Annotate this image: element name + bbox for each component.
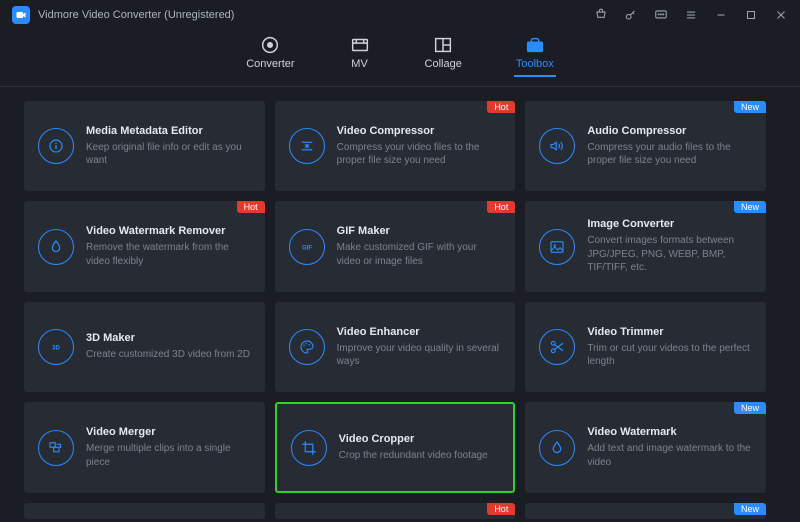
video-watermark-remover-icon <box>38 229 74 265</box>
tool-desc: Create customized 3D video from 2D <box>86 348 253 362</box>
tool-desc: Compress your audio files to the proper … <box>587 141 754 168</box>
tool-title: Video Compressor <box>337 125 504 137</box>
new-badge: New <box>734 101 766 113</box>
tool-desc: Remove the watermark from the video flex… <box>86 241 253 268</box>
tab-label: MV <box>351 58 368 70</box>
tool-title: Image Converter <box>587 218 754 230</box>
image-converter-icon <box>539 229 575 265</box>
close-icon[interactable] <box>774 8 788 22</box>
video-compressor-icon <box>289 128 325 164</box>
tool-title: Video Cropper <box>339 433 502 445</box>
window-controls <box>594 8 788 22</box>
hot-badge: Hot <box>237 201 265 213</box>
video-trimmer-icon <box>539 329 575 365</box>
video-watermark-icon <box>539 430 575 466</box>
hot-badge: Hot <box>487 503 515 515</box>
tool-card-peek[interactable]: New <box>525 503 766 519</box>
tool-desc: Merge multiple clips into a single piece <box>86 442 253 469</box>
tab-collage[interactable]: Collage <box>425 36 462 76</box>
converter-icon <box>259 36 281 54</box>
collage-icon <box>432 36 454 54</box>
tool-card-media-metadata-editor[interactable]: Media Metadata Editor Keep original file … <box>24 101 265 191</box>
tab-mv[interactable]: MV <box>349 36 371 76</box>
tool-card-peek[interactable] <box>24 503 265 519</box>
video-merger-icon <box>38 430 74 466</box>
tab-label: Collage <box>425 58 462 70</box>
tool-desc: Compress your video files to the proper … <box>337 141 504 168</box>
tool-title: 3D Maker <box>86 332 253 344</box>
tool-title: Video Merger <box>86 426 253 438</box>
tool-title: Video Watermark <box>587 426 754 438</box>
tool-desc: Crop the redundant video footage <box>339 449 502 463</box>
menu-icon[interactable] <box>684 8 698 22</box>
toolbox-icon <box>524 36 546 54</box>
app-logo-icon <box>12 6 30 24</box>
tool-desc: Add text and image watermark to the vide… <box>587 442 754 469</box>
tool-card-video-compressor[interactable]: Hot Video Compressor Compress your video f… <box>275 101 516 191</box>
tool-title: Audio Compressor <box>587 125 754 137</box>
new-badge: New <box>734 503 766 515</box>
key-icon[interactable] <box>624 8 638 22</box>
mv-icon <box>349 36 371 54</box>
3d-maker-icon <box>38 329 74 365</box>
tool-card-gif-maker[interactable]: Hot GIF Maker Make customized GIF with you… <box>275 201 516 292</box>
tab-converter[interactable]: Converter <box>246 36 294 76</box>
hot-badge: Hot <box>487 201 515 213</box>
tool-title: Video Watermark Remover <box>86 225 253 237</box>
feedback-icon[interactable] <box>654 8 668 22</box>
tool-title: GIF Maker <box>337 225 504 237</box>
tool-title: Media Metadata Editor <box>86 125 253 137</box>
tab-toolbox[interactable]: Toolbox <box>516 36 554 76</box>
tab-label: Converter <box>246 58 294 70</box>
video-enhancer-icon <box>289 329 325 365</box>
tools-grid[interactable]: Media Metadata Editor Keep original file … <box>24 101 776 519</box>
maximize-icon[interactable] <box>744 8 758 22</box>
tool-title: Video Trimmer <box>587 326 754 338</box>
tab-label: Toolbox <box>516 58 554 70</box>
tool-desc: Make customized GIF with your video or i… <box>337 241 504 268</box>
tool-card-video-watermark-remover[interactable]: Hot Video Watermark Remover Remove the wat… <box>24 201 265 292</box>
tool-card-image-converter[interactable]: New Image Converter Convert images formats… <box>525 201 766 292</box>
gif-maker-icon <box>289 229 325 265</box>
tool-title: Video Enhancer <box>337 326 504 338</box>
tool-card-video-merger[interactable]: Video Merger Merge multiple clips into a … <box>24 402 265 492</box>
titlebar: Vidmore Video Converter (Unregistered) <box>0 0 800 30</box>
hot-badge: Hot <box>487 101 515 113</box>
cart-icon[interactable] <box>594 8 608 22</box>
tool-desc: Trim or cut your videos to the perfect l… <box>587 342 754 369</box>
tool-desc: Convert images formats between JPG/JPEG,… <box>587 234 754 275</box>
tool-card-video-enhancer[interactable]: Video Enhancer Improve your video quality… <box>275 302 516 392</box>
tool-card-peek[interactable]: Hot <box>275 503 516 519</box>
tools-grid-container: Media Metadata Editor Keep original file … <box>0 87 800 519</box>
new-badge: New <box>734 402 766 414</box>
tool-card-audio-compressor[interactable]: New Audio Compressor Compress your audio f… <box>525 101 766 191</box>
new-badge: New <box>734 201 766 213</box>
tool-card-3d-maker[interactable]: 3D Maker Create customized 3D video from … <box>24 302 265 392</box>
audio-compressor-icon <box>539 128 575 164</box>
tool-desc: Improve your video quality in several wa… <box>337 342 504 369</box>
tool-card-video-trimmer[interactable]: Video Trimmer Trim or cut your videos to … <box>525 302 766 392</box>
tool-card-video-cropper[interactable]: Video Cropper Crop the redundant video fo… <box>275 402 516 492</box>
media-metadata-editor-icon <box>38 128 74 164</box>
video-cropper-icon <box>291 430 327 466</box>
app-title: Vidmore Video Converter (Unregistered) <box>38 9 594 21</box>
tool-desc: Keep original file info or edit as you w… <box>86 141 253 168</box>
tool-card-video-watermark[interactable]: New Video Watermark Add text and image wat… <box>525 402 766 492</box>
main-tabs: Converter MV Collage Toolbox <box>0 30 800 87</box>
minimize-icon[interactable] <box>714 8 728 22</box>
